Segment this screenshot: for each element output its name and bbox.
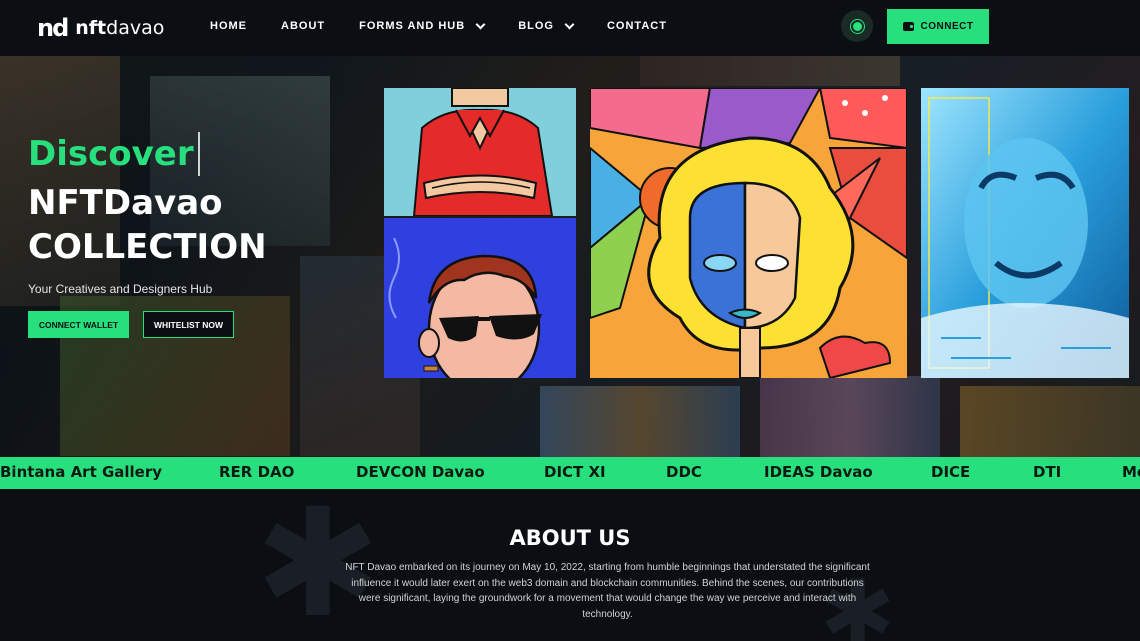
partner-item: Bintana Art Gallery (0, 463, 163, 481)
nav-contact-label: CONTACT (606, 20, 667, 32)
hero-subtitle: Your Creatives and Designers Hub (28, 282, 213, 296)
nft-art-pop-woman[interactable] (590, 88, 907, 378)
nav-forms-and-hub[interactable]: FORMS AND HUB (359, 19, 486, 32)
sunglasses-man-illustration (384, 218, 576, 378)
pop-woman-illustration (590, 88, 907, 378)
nav-contact[interactable]: CONTACT (607, 20, 667, 32)
partner-item: Me (1122, 463, 1140, 481)
partners-marquee: Bintana Art Gallery RER DAO DEVCON Davao… (0, 457, 1140, 489)
nav-blog[interactable]: BLOG (518, 19, 575, 32)
hero-title-line-2: COLLECTION (28, 227, 267, 267)
typing-caret (197, 132, 200, 176)
nav-home[interactable]: HOME (210, 20, 247, 32)
background-art-tile (540, 386, 740, 457)
logo-text-bold: nft (75, 16, 107, 39)
sun-icon (852, 21, 862, 31)
nav-blog-label: BLOG (518, 20, 554, 32)
main-menu: HOME ABOUT FORMS AND HUB BLOG CONTACT (210, 19, 701, 32)
blue-portrait-illustration (921, 88, 1129, 378)
brand-logo[interactable]: nd nftdavao (37, 16, 164, 40)
logo-text-rest: davao (106, 16, 165, 39)
partner-item: DICE (931, 463, 971, 481)
nav-about[interactable]: ABOUT (281, 20, 325, 32)
chevron-down-icon (475, 19, 486, 29)
hero-buttons: CONNECT WALLET WHITELIST NOW (28, 311, 234, 338)
hero-heading: Discover NFTDavao COLLECTION Your Creati… (28, 132, 267, 296)
partner-item: IDEAS Davao (764, 463, 873, 481)
wallet-icon (902, 22, 914, 31)
background-art-tile (640, 56, 900, 86)
logo-mark: nd (37, 14, 69, 42)
nav-home-label: HOME (210, 20, 247, 32)
connect-button-label: CONNECT (920, 21, 974, 32)
connect-button[interactable]: CONNECT (887, 9, 989, 44)
background-art-tile (960, 386, 1140, 457)
partner-item: DEVCON Davao (356, 463, 485, 481)
hero-section: Discover NFTDavao COLLECTION Your Creati… (0, 56, 1140, 457)
partner-item: DTI (1033, 463, 1062, 481)
about-text: NFT Davao embarked on its journey on May… (345, 562, 870, 620)
about-title: ABOUT US (509, 526, 631, 550)
nav-forms-label: FORMS AND HUB (359, 20, 466, 32)
whitelist-now-button[interactable]: WHITELIST NOW (143, 311, 234, 338)
nft-art-blue-portrait[interactable] (921, 88, 1129, 378)
hero-title-line-1: NFTDavao (28, 183, 223, 223)
hero-discover-text: Discover (28, 134, 194, 174)
partner-item: DDC (666, 463, 702, 481)
nav-about-label: ABOUT (281, 20, 326, 32)
chevron-down-icon (564, 19, 575, 29)
about-section: ✱ ✱ ABOUT US NFT Davao embarked on its j… (0, 489, 1140, 641)
hero-discover-line: Discover (28, 132, 267, 176)
red-shirt-man-illustration (384, 88, 576, 216)
nft-art-red-shirt-man[interactable] (384, 88, 576, 216)
nft-art-sunglasses-man[interactable] (384, 218, 576, 378)
top-navbar: nd nftdavao HOME ABOUT FORMS AND HUB BLO… (0, 0, 1140, 56)
partner-item: DICT XI (544, 463, 606, 481)
partner-item: RER DAO (219, 463, 295, 481)
theme-toggle-button[interactable] (841, 10, 873, 42)
background-art-tile (760, 376, 940, 457)
logo-text: nftdavao (75, 16, 165, 39)
connect-wallet-button[interactable]: CONNECT WALLET (28, 311, 129, 338)
